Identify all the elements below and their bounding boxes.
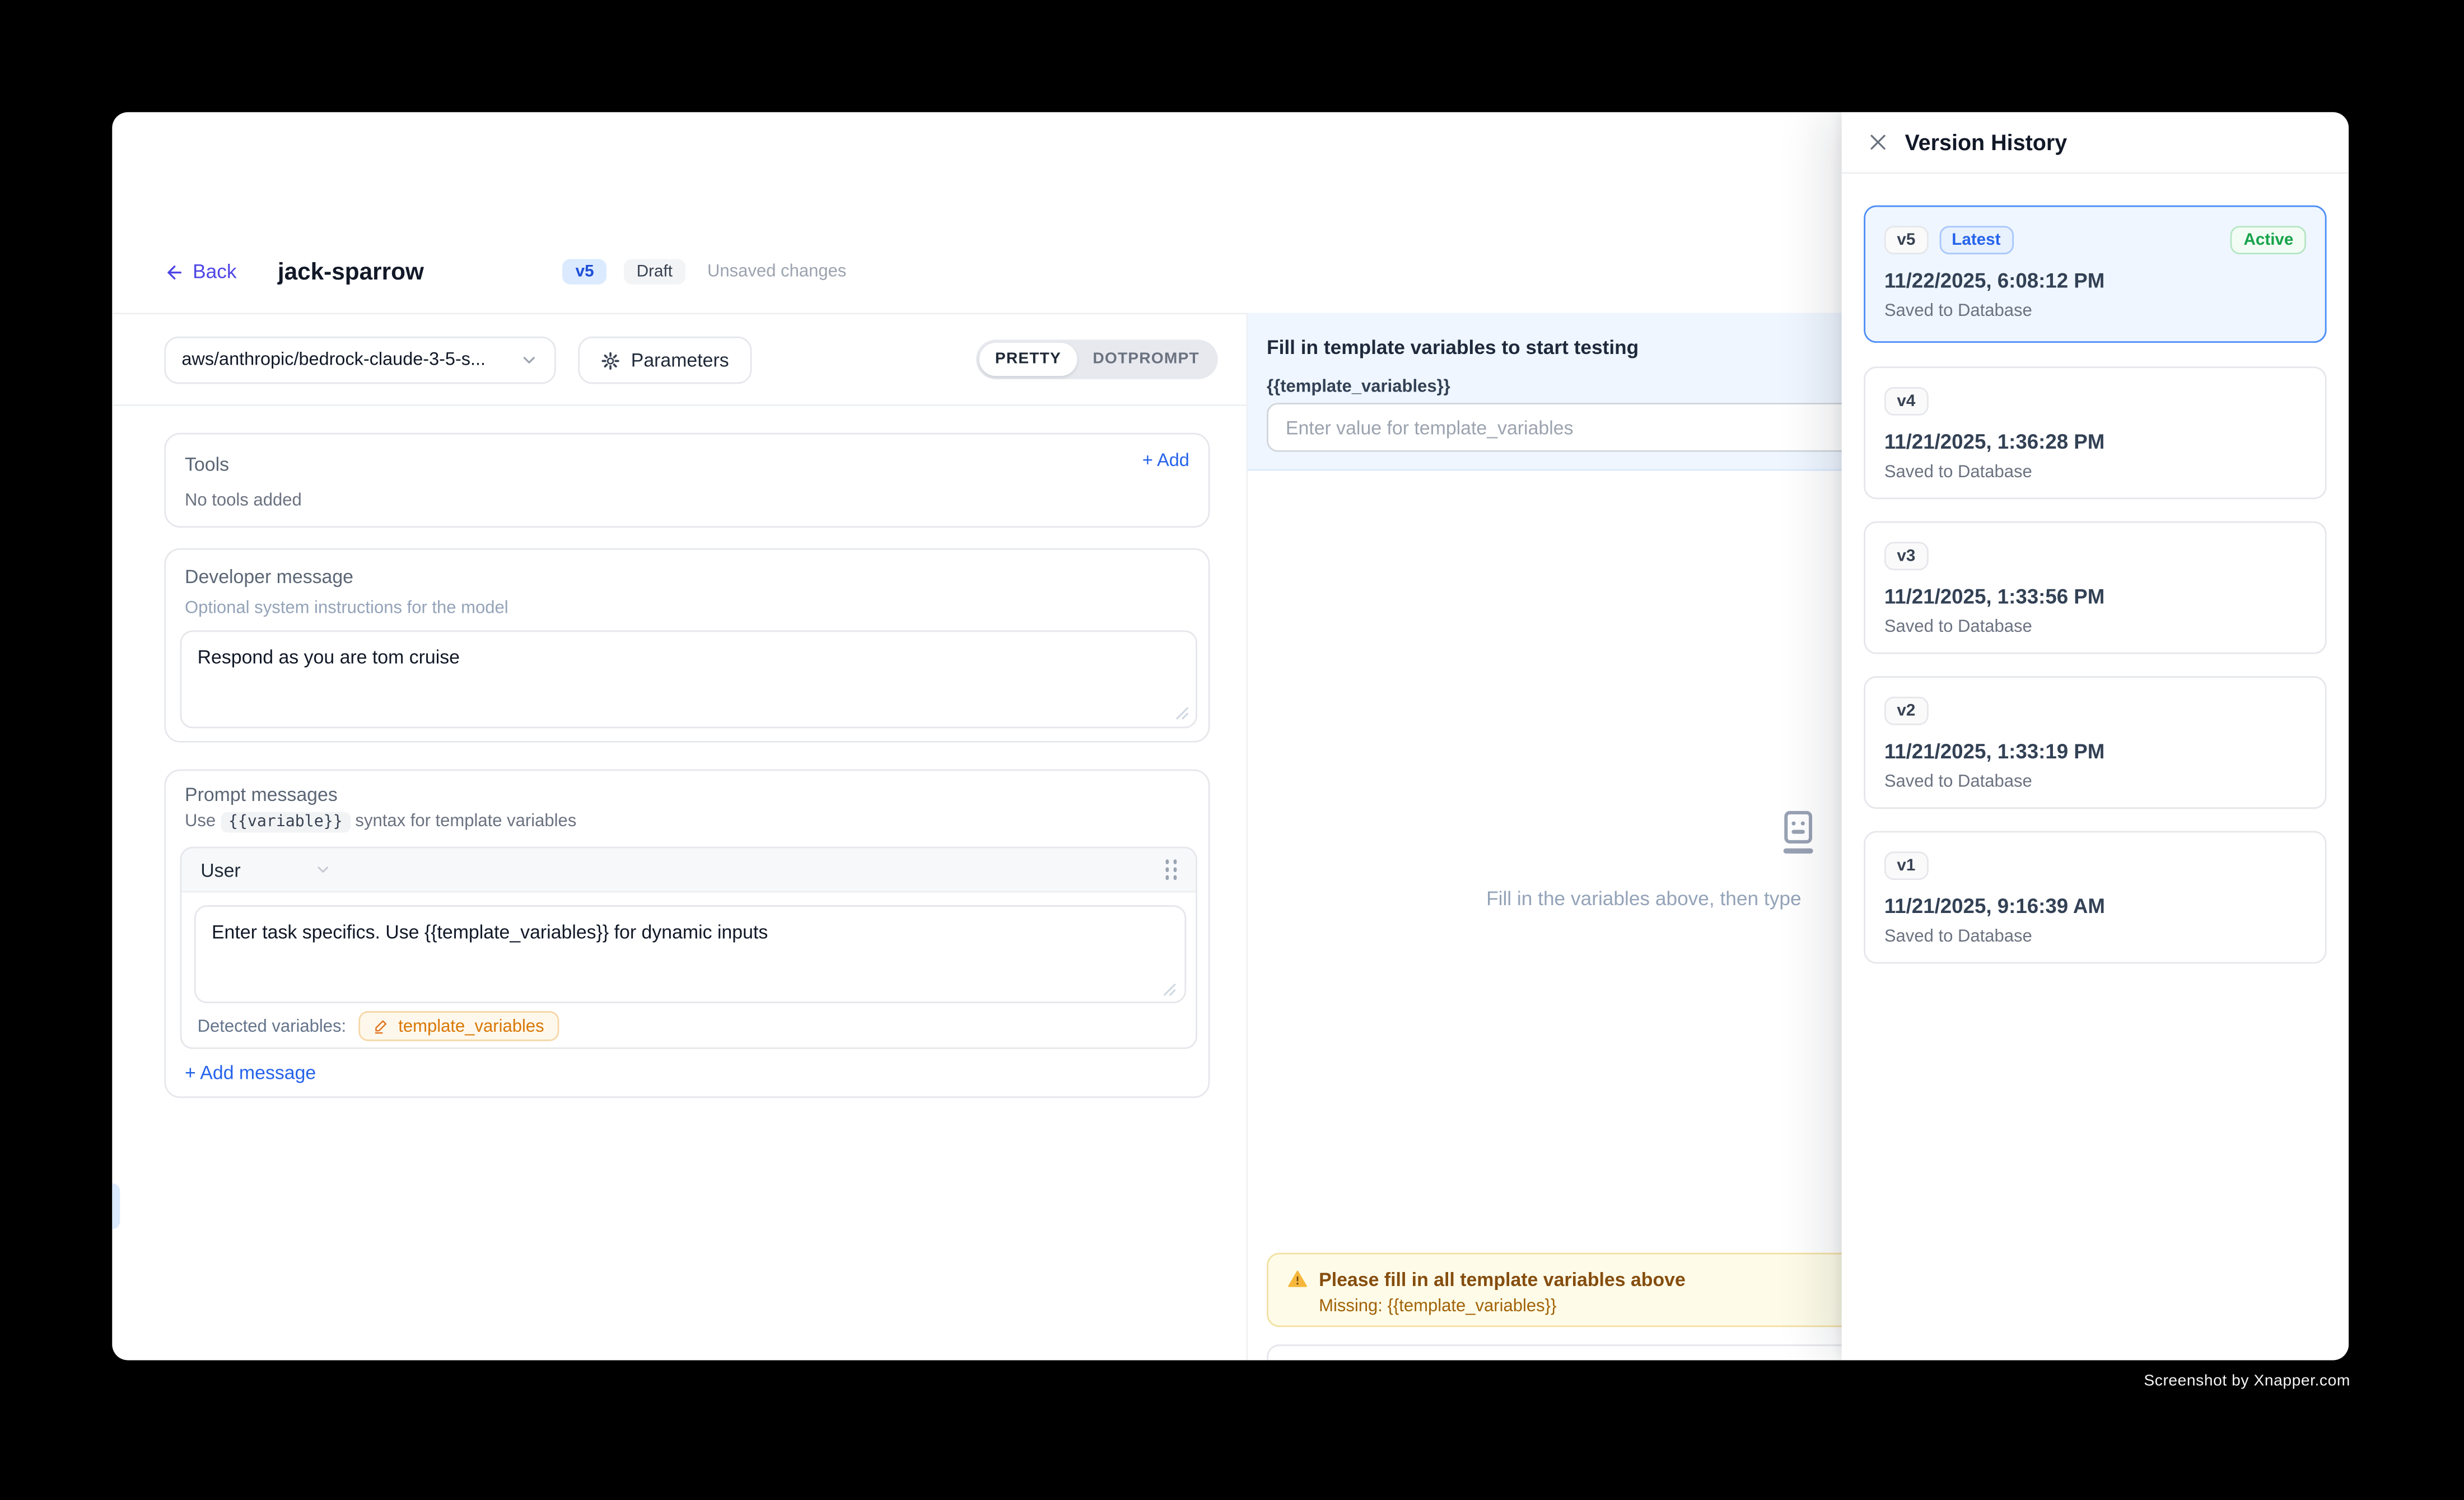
template-variable-chip-label: template_variables (398, 1017, 544, 1036)
parameters-label: Parameters (631, 349, 729, 371)
version-timestamp: 11/22/2025, 6:08:12 PM (1884, 268, 2104, 292)
developer-message-subtitle: Optional system instructions for the mod… (185, 599, 508, 618)
version-timestamp: 11/21/2025, 1:36:28 PM (1884, 430, 2104, 453)
version-card-v4[interactable]: v4 11/21/2025, 1:36:28 PM Saved to Datab… (1864, 366, 2326, 499)
version-card-v1[interactable]: v1 11/21/2025, 9:16:39 AM Saved to Datab… (1864, 831, 2326, 964)
version-card-v3[interactable]: v3 11/21/2025, 1:33:56 PM Saved to Datab… (1864, 521, 2326, 654)
version-card-v5[interactable]: v5 Latest Active 11/22/2025, 6:08:12 PM … (1864, 206, 2326, 343)
chevron-down-icon (520, 351, 539, 370)
back-label: Back (193, 260, 236, 282)
version-card-v2[interactable]: v2 11/21/2025, 1:33:19 PM Saved to Datab… (1864, 676, 2326, 809)
model-select-value: aws/anthropic/bedrock-claude-3-5-s... (181, 351, 520, 370)
format-toggle: PRETTY DOTPROMPT (976, 339, 1219, 379)
tools-title: Tools (185, 453, 229, 475)
variable-syntax-chip: {{variable}} (221, 812, 351, 833)
version-status: Saved to Database (1884, 302, 2032, 321)
left-edge-handle[interactable] (112, 1184, 120, 1229)
version-timestamp: 11/21/2025, 1:33:56 PM (1884, 585, 2104, 608)
version-number-badge: v2 (1884, 697, 1928, 724)
tools-card: Tools + Add No tools added (164, 433, 1210, 528)
add-tool-button[interactable]: + Add (1142, 452, 1189, 471)
developer-message-textarea[interactable]: Respond as you are tom cruise (180, 630, 1197, 728)
version-number-badge: v5 (1884, 226, 1928, 253)
close-icon (1867, 131, 1889, 153)
warning-triangle-icon (1287, 1269, 1308, 1289)
badges-row: v1 (1884, 851, 1928, 879)
version-history-title: Version History (1905, 129, 2068, 155)
app-window: Back jack-sparrow v5 Draft Unsaved chang… (112, 112, 2349, 1360)
warning-title: Please fill in all template variables ab… (1319, 1269, 1686, 1291)
parameters-button[interactable]: Parameters (578, 337, 752, 384)
version-timestamp: 11/21/2025, 1:33:19 PM (1884, 739, 2104, 763)
toolbar-divider (112, 404, 1246, 406)
version-status: Saved to Database (1884, 772, 2032, 791)
role-select-value[interactable]: User (200, 859, 240, 881)
warning-missing-label: Missing: {{template_variables}} (1319, 1297, 1556, 1316)
toggle-dotprompt[interactable]: DOTPROMPT (1077, 343, 1215, 376)
hint-prefix: Use (185, 812, 216, 831)
developer-message-card: Developer message Optional system instru… (164, 548, 1210, 743)
version-number-badge: v4 (1884, 387, 1928, 414)
version-badge: v5 (563, 259, 606, 284)
watermark-text: Screenshot by Xnapper.com (2144, 1373, 2350, 1390)
page-header: Back jack-sparrow v5 Draft Unsaved chang… (164, 254, 846, 289)
variable-name-label: {{template_variables}} (1267, 378, 1450, 397)
version-status: Saved to Database (1884, 928, 2032, 947)
banner-title: Fill in template variables to start test… (1267, 337, 1639, 358)
empty-state-text: Fill in the variables above, then type (1486, 888, 1801, 910)
prompt-messages-card: Prompt messages Use {{variable}} syntax … (164, 770, 1210, 1098)
badges-row: v5 Latest (1884, 226, 2013, 253)
tools-empty-label: No tools added (185, 491, 302, 510)
chevron-down-icon[interactable] (315, 861, 332, 878)
version-timestamp: 11/21/2025, 9:16:39 AM (1884, 894, 2105, 917)
unsaved-changes-label: Unsaved changes (707, 262, 846, 281)
detected-variables-row: Detected variables: template_variables (198, 1011, 559, 1041)
active-badge: Active (2231, 226, 2306, 253)
version-status: Saved to Database (1884, 618, 2032, 637)
draft-badge: Draft (624, 259, 685, 284)
badges-row: v2 (1884, 697, 1928, 724)
pencil-icon (373, 1017, 390, 1035)
prompt-messages-title: Prompt messages (185, 784, 338, 805)
developer-message-title: Developer message (185, 566, 353, 588)
badges-row: v3 (1884, 542, 1928, 569)
message-header: User (181, 849, 1196, 893)
back-button[interactable]: Back (164, 260, 236, 282)
screenshot-stage: Back jack-sparrow v5 Draft Unsaved chang… (0, 0, 2464, 1500)
page-title: jack-sparrow (278, 258, 424, 285)
toggle-pretty[interactable]: PRETTY (979, 343, 1077, 376)
arrow-left-icon (164, 262, 185, 282)
template-variable-chip[interactable]: template_variables (359, 1011, 558, 1041)
drag-handle[interactable] (1165, 860, 1177, 879)
version-status: Saved to Database (1884, 463, 2032, 482)
robot-face-icon (1774, 809, 1822, 858)
prompt-messages-hint: Use {{variable}} syntax for template var… (185, 812, 576, 831)
version-history-panel: Version History v5 Latest Active 11/22/2… (1842, 112, 2349, 1360)
version-number-badge: v1 (1884, 851, 1928, 879)
latest-badge: Latest (1939, 226, 2013, 253)
hint-suffix: syntax for template variables (355, 812, 576, 831)
badges-row: v4 (1884, 387, 1928, 414)
model-select[interactable]: aws/anthropic/bedrock-claude-3-5-s... (164, 337, 556, 384)
gear-icon (601, 350, 622, 371)
version-number-badge: v3 (1884, 542, 1928, 569)
version-history-header: Version History (1842, 112, 2349, 174)
add-message-button[interactable]: + Add message (185, 1061, 316, 1083)
close-button[interactable] (1867, 131, 1889, 153)
user-message-textarea[interactable]: Enter task specifics. Use {{template_var… (194, 905, 1186, 1003)
detected-variables-label: Detected variables: (198, 1017, 347, 1036)
message-block: User Enter task specifics. Use {{templat… (180, 847, 1197, 1049)
